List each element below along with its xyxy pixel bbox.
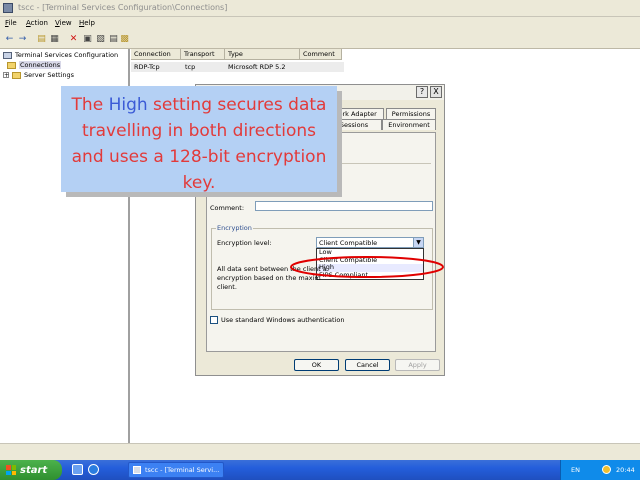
help-button[interactable]: ? xyxy=(416,86,428,98)
ok-button[interactable]: OK xyxy=(294,359,339,371)
chevron-down-icon[interactable]: ▼ xyxy=(413,238,423,247)
annotation-ellipse xyxy=(290,256,444,278)
description-line-3: client. xyxy=(217,283,237,291)
menu-file[interactable]: File xyxy=(5,19,17,27)
column-header-connection[interactable]: Connection xyxy=(131,49,181,60)
column-header-type[interactable]: Type xyxy=(225,49,300,60)
tab-environment[interactable]: Environment xyxy=(382,119,436,130)
show-hide-tree-icon[interactable]: ▦ xyxy=(49,34,60,45)
app-icon xyxy=(3,3,13,13)
tree-root[interactable]: Terminal Services Configuration xyxy=(3,51,118,59)
tree-item-connections[interactable]: Connections xyxy=(7,61,62,69)
menu-bar: File Action View Help xyxy=(0,17,640,31)
windows-authentication-label: Use standard Windows authentication xyxy=(221,316,345,324)
tree-root-label: Terminal Services Configuration xyxy=(15,51,119,59)
tutorial-callout: The High setting secures data travelling… xyxy=(61,86,337,193)
cancel-button[interactable]: Cancel xyxy=(345,359,390,371)
delete-icon[interactable]: ✕ xyxy=(68,34,79,45)
system-tray: EN 20:44 xyxy=(560,460,640,480)
export-list-icon[interactable]: ▤ xyxy=(108,34,119,45)
tab-permissions[interactable]: Permissions xyxy=(386,108,436,119)
expand-icon[interactable]: + xyxy=(3,72,9,79)
taskbar-button-tscc[interactable]: tscc - [Terminal Servi... xyxy=(128,462,224,478)
tree-item-server-settings[interactable]: + Server Settings xyxy=(3,71,74,79)
callout-text-before: The xyxy=(71,95,109,115)
encryption-level-label: Encryption level: xyxy=(217,239,272,247)
properties-icon[interactable]: ▣ xyxy=(82,34,93,45)
apply-button[interactable]: Apply xyxy=(395,359,440,371)
row-transport: tcp xyxy=(185,63,196,71)
refresh-icon[interactable]: ▧ xyxy=(95,34,106,45)
internet-explorer-icon[interactable] xyxy=(88,464,99,475)
language-indicator[interactable]: EN xyxy=(571,466,580,474)
status-bar xyxy=(0,443,640,460)
column-header-transport[interactable]: Transport xyxy=(181,49,225,60)
up-folder-icon[interactable]: ▤ xyxy=(36,34,47,45)
close-button[interactable]: X xyxy=(430,86,442,98)
window-title-bar: tscc - [Terminal Services Configuration\… xyxy=(0,0,640,17)
encryption-level-select[interactable]: Client Compatible ▼ xyxy=(316,237,424,248)
show-desktop-icon[interactable] xyxy=(72,464,83,475)
window-title: tscc - [Terminal Services Configuration\… xyxy=(18,3,228,12)
row-type: Microsoft RDP 5.2 xyxy=(228,63,286,71)
column-header-comment[interactable]: Comment xyxy=(300,49,342,60)
clock[interactable]: 20:44 xyxy=(616,466,635,474)
windows-logo-icon xyxy=(6,465,16,475)
folder-icon xyxy=(7,61,16,69)
menu-action[interactable]: Action xyxy=(26,19,48,27)
back-icon[interactable]: ← xyxy=(4,34,15,45)
tree-item-label: Server Settings xyxy=(24,71,75,79)
comment-label: Comment: xyxy=(210,204,245,212)
comment-field[interactable] xyxy=(255,201,433,211)
app-icon xyxy=(133,466,141,474)
callout-highlight: High xyxy=(108,95,148,115)
menu-help[interactable]: Help xyxy=(79,19,95,27)
forward-icon[interactable]: → xyxy=(17,34,28,45)
encryption-level-value: Client Compatible xyxy=(319,239,378,247)
menu-view[interactable]: View xyxy=(55,19,72,27)
computer-icon xyxy=(3,51,12,59)
toolbar: ← → ▤ ▦ ✕ ▣ ▧ ▤ ▩ xyxy=(0,31,640,49)
encryption-group-label: Encryption xyxy=(216,224,253,232)
tree-item-label: Connections xyxy=(19,61,62,69)
start-label: start xyxy=(20,464,48,476)
start-button[interactable]: start xyxy=(0,460,62,480)
windows-authentication-checkbox[interactable] xyxy=(210,316,218,324)
row-connection: RDP-Tcp xyxy=(134,63,160,71)
taskbar-button-label: tscc - [Terminal Servi... xyxy=(145,466,220,474)
taskbar: start tscc - [Terminal Servi... EN 20:44 xyxy=(0,460,640,480)
folder-icon xyxy=(12,71,21,79)
tray-icon[interactable] xyxy=(602,465,611,474)
help-icon[interactable]: ▩ xyxy=(119,34,130,45)
callout-text: The High setting secures data travelling… xyxy=(67,92,331,196)
